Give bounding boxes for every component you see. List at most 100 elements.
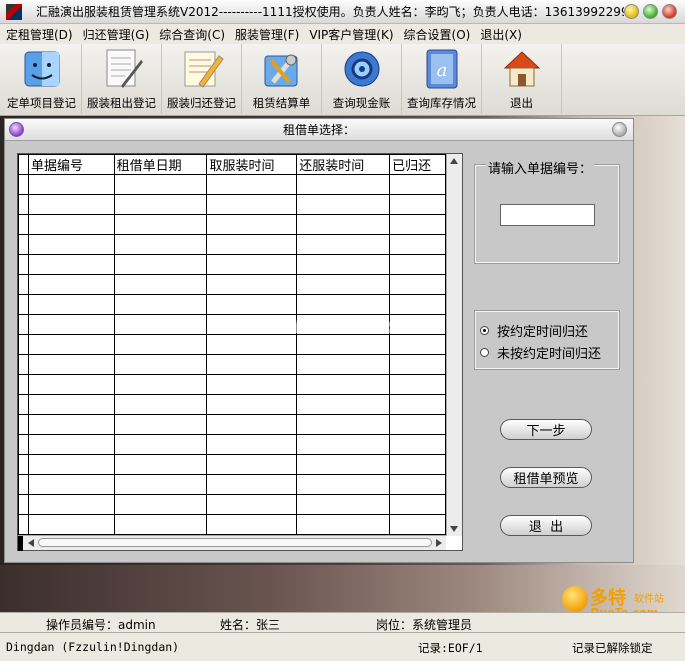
table-cell[interactable]: [27, 414, 115, 435]
table-cell[interactable]: [206, 234, 298, 255]
row-indicator-cell[interactable]: [18, 354, 29, 375]
table-cell[interactable]: [113, 474, 208, 495]
table-row[interactable]: [18, 354, 446, 375]
scroll-up-arrow-icon[interactable]: [450, 158, 458, 164]
table-cell[interactable]: [206, 254, 298, 275]
table-cell[interactable]: [27, 254, 115, 275]
table-cell[interactable]: [27, 394, 115, 415]
table-cell[interactable]: [206, 514, 298, 535]
table-cell[interactable]: [206, 214, 298, 235]
table-cell[interactable]: [113, 274, 208, 295]
table-cell[interactable]: [27, 454, 115, 475]
table-cell[interactable]: [206, 434, 298, 455]
table-cell[interactable]: [113, 294, 208, 315]
table-row[interactable]: [18, 254, 446, 275]
table-cell[interactable]: [206, 174, 298, 195]
menu-item-exit[interactable]: 退出(X): [480, 26, 522, 43]
table-cell[interactable]: [27, 274, 115, 295]
table-cell[interactable]: [206, 394, 298, 415]
exit-button[interactable]: 退 出: [500, 515, 592, 536]
table-cell[interactable]: [296, 514, 391, 535]
table-cell[interactable]: [113, 354, 208, 375]
table-row[interactable]: [18, 414, 446, 435]
table-cell[interactable]: [389, 514, 446, 535]
row-indicator-cell[interactable]: [18, 174, 29, 195]
row-indicator-cell[interactable]: [18, 314, 29, 335]
table-cell[interactable]: [206, 194, 298, 215]
table-cell[interactable]: [113, 454, 208, 475]
table-cell[interactable]: [27, 474, 115, 495]
row-indicator-cell[interactable]: [18, 214, 29, 235]
table-cell[interactable]: [389, 254, 446, 275]
table-row[interactable]: [18, 474, 446, 495]
table-cell[interactable]: [113, 394, 208, 415]
table-cell[interactable]: [113, 374, 208, 395]
table-cell[interactable]: [296, 174, 391, 195]
toolbar-settlement-button[interactable]: 租赁结算单: [242, 44, 322, 114]
table-cell[interactable]: [296, 374, 391, 395]
col-header-bill-no[interactable]: 单据编号: [27, 154, 115, 175]
table-cell[interactable]: [206, 454, 298, 475]
table-cell[interactable]: [27, 214, 115, 235]
rental-slip-grid[interactable]: 单据编号 租借单日期 取服装时间 还服装时间 已归还: [17, 153, 463, 551]
table-cell[interactable]: [27, 434, 115, 455]
row-indicator-cell[interactable]: [18, 394, 29, 415]
toolbar-cash-query-button[interactable]: 查询现金账: [322, 44, 402, 114]
toolbar-rent-out-button[interactable]: 服装租出登记: [82, 44, 162, 114]
table-cell[interactable]: [206, 274, 298, 295]
row-indicator-cell[interactable]: [18, 454, 29, 475]
table-row[interactable]: [18, 454, 446, 475]
radio-on-time[interactable]: 按约定时间归还: [480, 321, 588, 340]
table-cell[interactable]: [296, 354, 391, 375]
table-cell[interactable]: [206, 494, 298, 515]
scroll-right-arrow-icon[interactable]: [436, 539, 442, 547]
col-header-return-time[interactable]: 还服装时间: [296, 154, 391, 175]
table-cell[interactable]: [27, 494, 115, 515]
table-cell[interactable]: [296, 494, 391, 515]
col-header-returned[interactable]: 已归还: [389, 154, 446, 175]
table-row[interactable]: [18, 494, 446, 515]
table-cell[interactable]: [296, 254, 391, 275]
toolbar-stock-query-button[interactable]: a 查询库存情况: [402, 44, 482, 114]
table-cell[interactable]: [296, 214, 391, 235]
menu-item-vip[interactable]: VIP客户管理(K): [309, 26, 393, 43]
table-cell[interactable]: [296, 454, 391, 475]
table-cell[interactable]: [206, 374, 298, 395]
menu-item-clothing[interactable]: 服装管理(F): [235, 26, 299, 43]
table-cell[interactable]: [206, 354, 298, 375]
table-cell[interactable]: [27, 314, 115, 335]
table-cell[interactable]: [296, 194, 391, 215]
table-row[interactable]: [18, 214, 446, 235]
table-cell[interactable]: [113, 494, 208, 515]
table-cell[interactable]: [296, 394, 391, 415]
table-cell[interactable]: [389, 194, 446, 215]
table-cell[interactable]: [113, 314, 208, 335]
table-cell[interactable]: [389, 394, 446, 415]
table-row[interactable]: [18, 274, 446, 295]
radio-not-on-time[interactable]: 未按约定时间归还: [480, 343, 601, 362]
row-indicator-cell[interactable]: [18, 294, 29, 315]
col-header-slip-date[interactable]: 租借单日期: [113, 154, 208, 175]
row-indicator-cell[interactable]: [18, 334, 29, 355]
menu-item-return[interactable]: 归还管理(G): [83, 26, 150, 43]
dialog-menu-icon[interactable]: [9, 122, 24, 137]
table-cell[interactable]: [389, 474, 446, 495]
row-indicator-cell[interactable]: [18, 234, 29, 255]
table-cell[interactable]: [389, 274, 446, 295]
table-cell[interactable]: [27, 294, 115, 315]
minimize-button[interactable]: [624, 4, 639, 19]
table-cell[interactable]: [389, 414, 446, 435]
table-row[interactable]: [18, 174, 446, 195]
scroll-down-arrow-icon[interactable]: [450, 526, 458, 532]
table-cell[interactable]: [27, 174, 115, 195]
table-cell[interactable]: [27, 354, 115, 375]
row-indicator-cell[interactable]: [18, 434, 29, 455]
table-cell[interactable]: [389, 234, 446, 255]
table-cell[interactable]: [113, 414, 208, 435]
table-cell[interactable]: [113, 234, 208, 255]
bill-number-input[interactable]: [500, 204, 595, 226]
row-indicator-cell[interactable]: [18, 514, 29, 535]
table-cell[interactable]: [296, 294, 391, 315]
scroll-thumb[interactable]: [38, 538, 432, 547]
scroll-left-arrow-icon[interactable]: [28, 539, 34, 547]
